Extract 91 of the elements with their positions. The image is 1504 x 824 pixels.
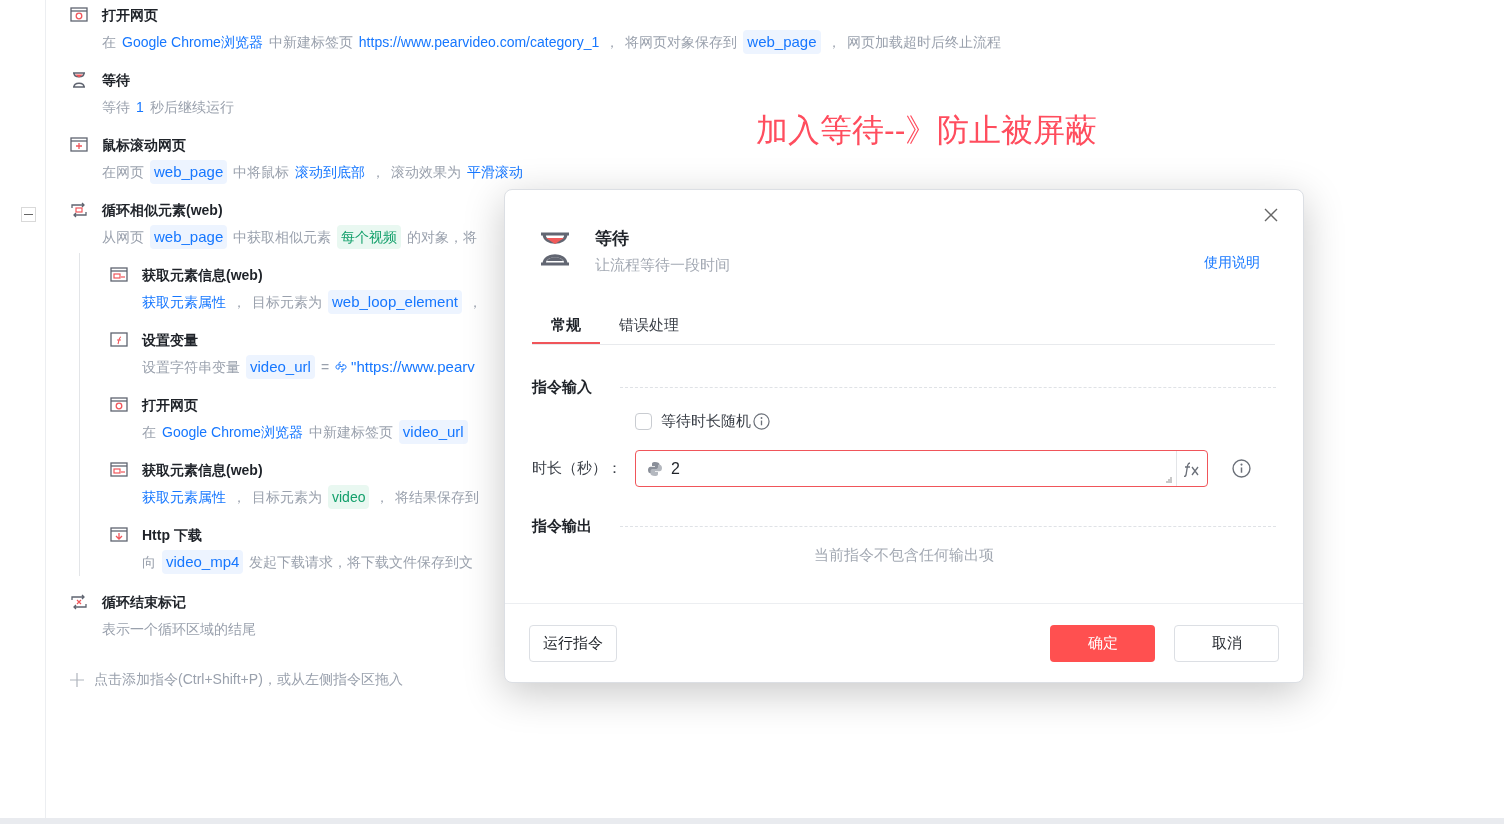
browser-icon [110, 461, 128, 479]
empty-output-text: 当前指令不包含任何输出项 [814, 545, 994, 565]
info-icon[interactable] [1232, 459, 1251, 478]
description-text: 等待 [102, 97, 130, 117]
description-text: 在 [142, 422, 156, 442]
cancel-button[interactable]: 取消 [1174, 624, 1279, 662]
step-title[interactable]: 循环结束标记 [102, 591, 186, 613]
description-text: 目标元素为 [252, 292, 322, 312]
close-icon[interactable] [1264, 208, 1278, 222]
confirm-button[interactable]: 确定 [1050, 624, 1155, 662]
browser-icon [70, 6, 88, 24]
description-text: ， [232, 292, 246, 312]
step-title[interactable]: 等待 [102, 69, 130, 91]
checkbox[interactable] [635, 412, 652, 430]
step-title[interactable]: 鼠标滚动网页 [102, 134, 186, 156]
dialog-subtitle: 让流程等待一段时间 [595, 255, 730, 275]
description-text: ， [605, 32, 620, 52]
step-title[interactable]: 循环相似元素(web) [102, 199, 223, 221]
parameter-link[interactable]: 获取元素属性 [142, 486, 226, 508]
description-text: ， [232, 487, 246, 507]
step-title[interactable]: 设置变量 [142, 329, 198, 351]
description-text: 滚动效果为 [391, 162, 462, 182]
hourglass-icon [70, 71, 88, 89]
description-text: ， [826, 32, 841, 52]
function-icon [110, 331, 128, 349]
add-command-hint[interactable]: 点击添加指令(Ctrl+Shift+P)，或从左侧指令区拖入 [94, 669, 403, 690]
parameter-link[interactable]: Google Chrome浏览器 [122, 31, 263, 53]
collapse-toggle[interactable] [21, 207, 36, 222]
description-text: ， [371, 162, 386, 182]
tab[interactable]: 错误处理 [600, 308, 698, 344]
browser-icon [110, 396, 128, 414]
field-value: 2 [671, 458, 680, 479]
description-text: 向 [142, 552, 156, 572]
description-text: 从网页 [102, 227, 144, 247]
element-chip[interactable]: 每个视频 [337, 225, 402, 249]
step-title[interactable]: 打开网页 [142, 394, 198, 416]
description-text: ， [375, 487, 390, 507]
description-text: 中新建标签页 [308, 422, 393, 442]
checkbox-label: 等待时长随机 [661, 410, 751, 431]
browser-icon [70, 136, 88, 154]
description-text: 中新建标签页 [268, 32, 353, 52]
description-text: 在网页 [102, 162, 144, 182]
loop-icon [70, 201, 88, 219]
parameter-link[interactable]: Google Chrome浏览器 [162, 421, 303, 443]
resize-handle-icon [1166, 477, 1172, 483]
description-text: 将网页对象保存到 [625, 32, 738, 52]
parameter-link[interactable]: https://www.pearvideo.com/category_1 [358, 31, 600, 53]
variable-chip[interactable]: video_url [398, 420, 468, 444]
field-label: 时长（秒）： [532, 458, 623, 479]
info-icon[interactable] [753, 412, 770, 430]
parameter-link[interactable]: 1 [136, 96, 144, 118]
hourglass-icon [539, 232, 571, 266]
dialog-title: 等待 [595, 228, 630, 250]
section-heading: 指令输入 [532, 376, 592, 397]
section-heading: 指令输出 [532, 515, 592, 536]
description-text: ， [467, 292, 482, 312]
description-text: 表示一个循环区域的结尾 [102, 619, 256, 639]
variable-chip[interactable]: web_page [150, 160, 228, 184]
variable-chip[interactable]: video_url [246, 355, 315, 379]
description-text: 中获取相似元素 [233, 227, 332, 247]
step-title[interactable]: 获取元素信息(web) [142, 459, 263, 481]
annotation-text: 加入等待--》防止被屏蔽 [756, 111, 1098, 150]
description-text: 将结果保存到 [395, 487, 480, 507]
tab[interactable]: 常规 [532, 308, 600, 344]
browser-icon [110, 266, 128, 284]
step-title[interactable]: 获取元素信息(web) [142, 264, 263, 286]
parameter-link[interactable]: 滚动到底部 [295, 161, 366, 183]
description-text: 在 [102, 32, 116, 52]
step-title[interactable]: 打开网页 [102, 4, 158, 26]
help-link[interactable]: 使用说明 [1204, 252, 1260, 273]
parameter-link[interactable]: 获取元素属性 [142, 291, 226, 313]
description-text: = [320, 357, 330, 377]
element-chip[interactable]: video [328, 485, 370, 509]
string-value: "https://www.pearv [351, 356, 475, 377]
description-text: 秒后继续运行 [149, 97, 234, 117]
description-text: 目标元素为 [252, 487, 322, 507]
description-text: 中将鼠标 [233, 162, 290, 182]
variable-chip[interactable]: web_loop_element [328, 290, 462, 314]
variable-chip[interactable]: web_page [743, 30, 821, 54]
description-text: 发起下载请求，将下载文件保存到文 [249, 552, 474, 572]
duration-field[interactable]: 2 [635, 450, 1208, 487]
parameter-link[interactable]: 平滑滚动 [467, 161, 524, 183]
variable-chip[interactable]: web_page [150, 225, 228, 249]
loop-icon [70, 593, 88, 611]
description-text: 网页加载超时后终止流程 [846, 32, 1001, 52]
variable-chip[interactable]: video_mp4 [162, 550, 244, 574]
step-title[interactable]: Http 下载 [142, 524, 202, 546]
run-command-button[interactable]: 运行指令 [529, 624, 617, 662]
description-text: 的对象，将 [407, 227, 478, 247]
description-text: 设置字符串变量 [142, 357, 240, 377]
download-icon [110, 526, 128, 544]
